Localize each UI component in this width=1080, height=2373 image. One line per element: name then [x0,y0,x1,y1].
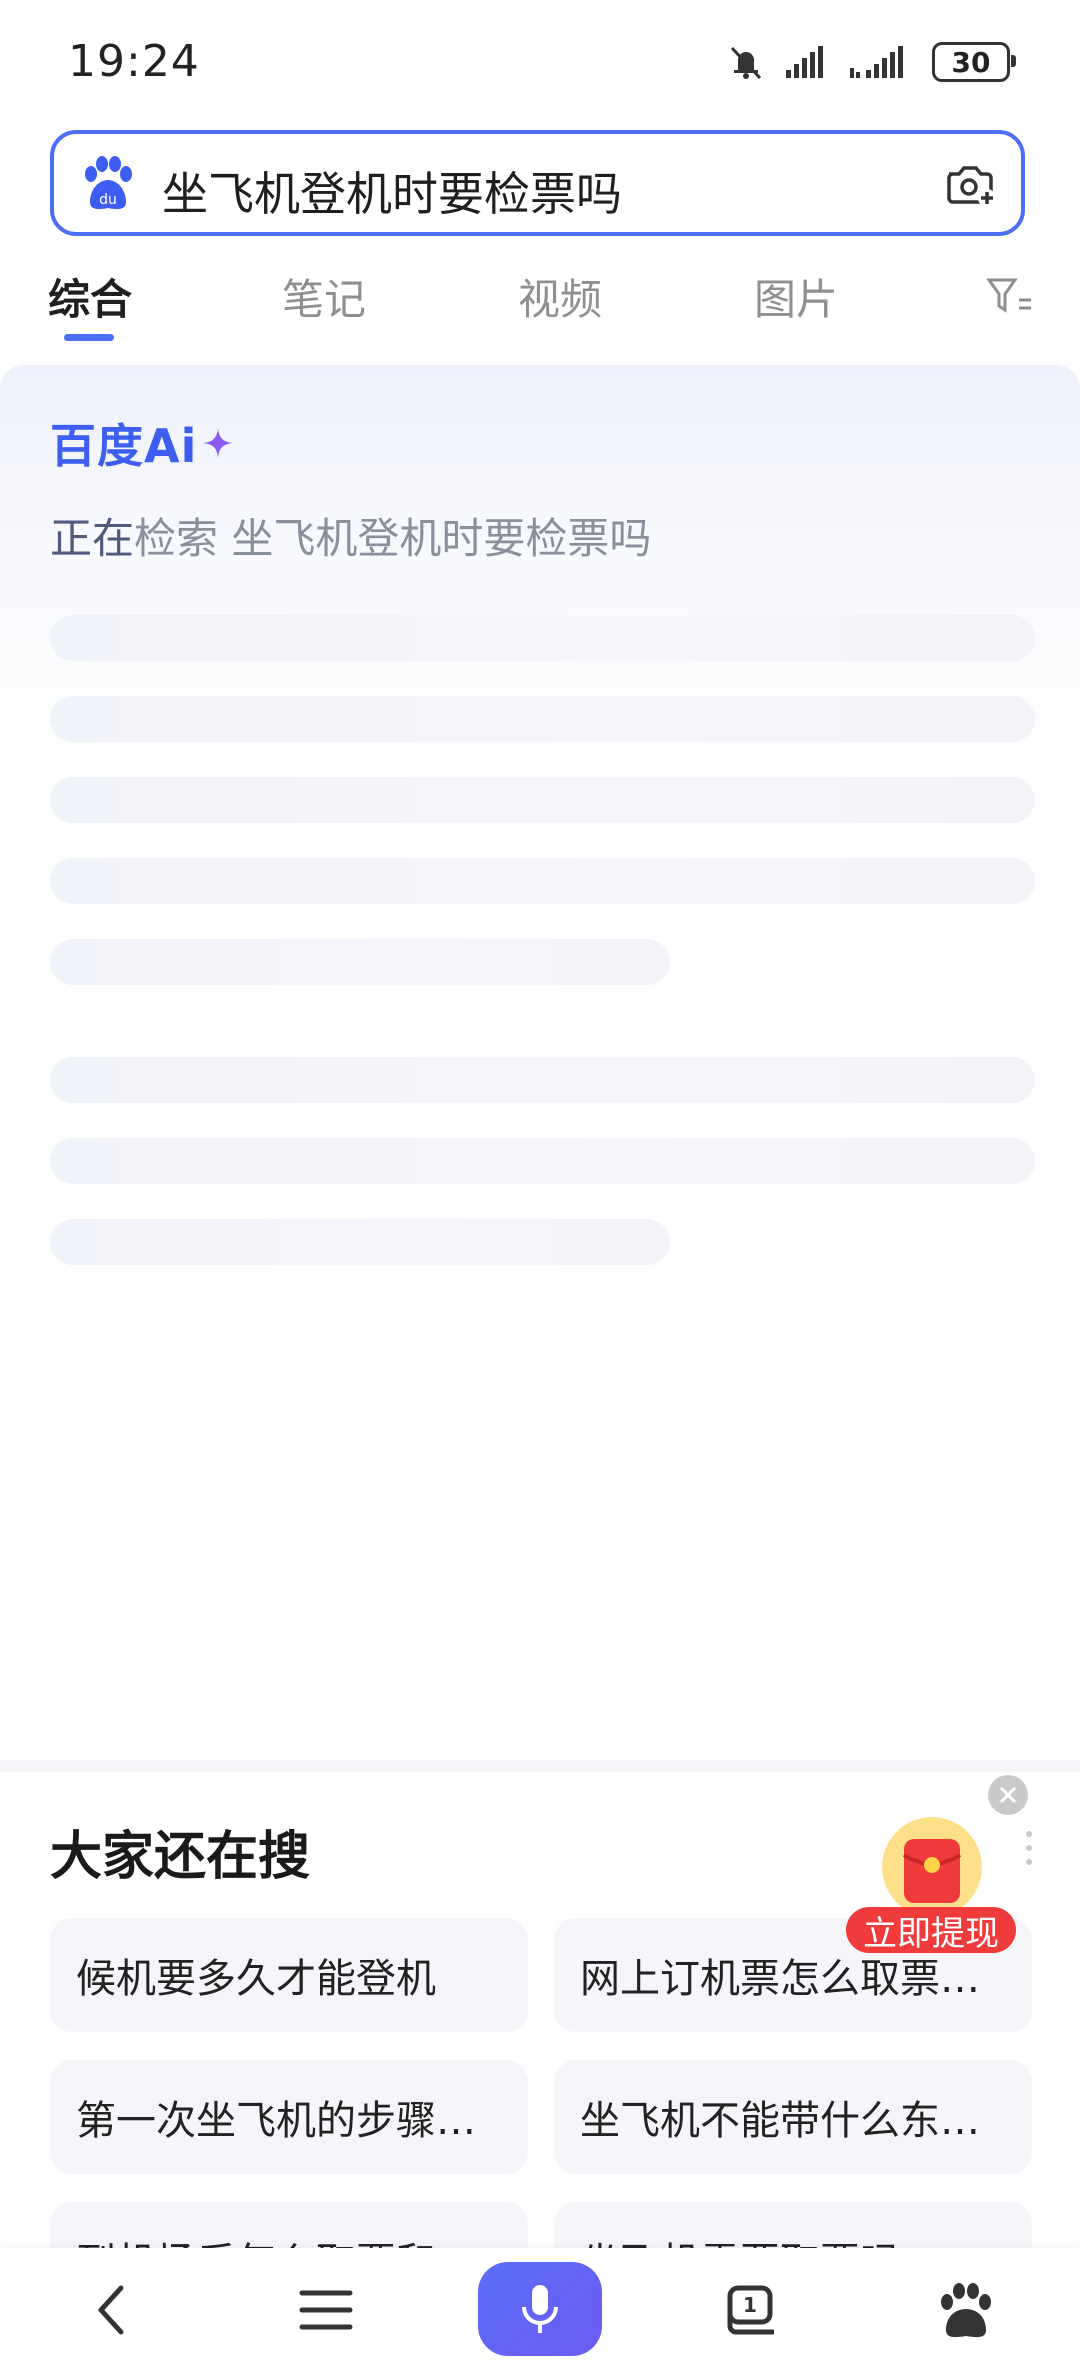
status-icons: 30 [726,38,1016,86]
search-input[interactable]: 坐飞机登机时要检票吗 [162,158,622,224]
menu-button[interactable] [286,2270,366,2350]
tab-comprehensive[interactable]: 综合 [48,266,132,327]
skeleton-line [50,696,1035,742]
skeleton-line [50,858,1035,904]
back-arrow-icon [98,2285,124,2335]
active-tab-indicator [64,334,114,341]
skeleton-line [50,1057,1035,1103]
skeleton-line [50,939,670,985]
baidu-paw-profile-icon [941,2283,991,2338]
tab-notes[interactable]: 笔记 [282,266,366,327]
cash-out-promo[interactable]: 立即提现 [842,1815,1022,1955]
tabs-count-icon: 1 [727,2285,774,2335]
signal-icon [786,46,823,78]
related-search-item[interactable]: 候机要多久才能登机 [50,1918,528,2032]
skeleton-line [50,777,1035,823]
section-divider [0,1760,1080,1772]
filter-icon[interactable] [985,272,1035,322]
promo-close-button[interactable] [988,1775,1028,1815]
battery-icon: 30 [932,42,1016,82]
status-bar: 19:24 30 [0,0,1080,120]
tabs-button[interactable]: 1 [712,2270,792,2350]
mute-bell-icon [730,46,762,80]
more-dots-icon[interactable] [1024,1828,1034,1868]
battery-level: 30 [951,45,991,79]
ai-status-text: 检索 坐飞机登机时要检票吗 [134,514,652,563]
related-search-item[interactable]: 第一次坐飞机的步骤… [50,2060,528,2174]
signal-2-icon [850,46,903,78]
search-tabs: 综合 笔记 视频 图片 [0,258,1080,348]
skeleton-line [50,615,1035,661]
skeleton-line [50,1219,670,1265]
baidu-paw-icon: du [85,156,132,210]
voice-search-button[interactable] [478,2262,602,2356]
svg-text:1: 1 [743,2293,757,2317]
related-searches-title: 大家还在搜 [50,1827,311,1887]
tab-images[interactable]: 图片 [754,266,838,327]
close-icon [999,1786,1017,1804]
back-button[interactable] [72,2270,152,2350]
camera-search-icon[interactable] [939,154,999,214]
ai-loading-status: 正在检索 坐飞机登机时要检票吗 [50,505,651,566]
bottom-nav: 1 [0,2248,1080,2373]
svg-text:du: du [99,192,117,208]
search-box[interactable]: du 坐飞机登机时要检票吗 [50,130,1025,236]
clock: 19:24 [68,36,200,87]
menu-icon [299,2290,353,2330]
ai-answer-card: 百度Ai 正在检索 坐飞机登机时要检票吗 [0,365,1080,1760]
sparkle-icon [203,428,234,458]
microphone-icon [522,2285,558,2333]
skeleton-line [50,1138,1035,1184]
cash-out-label: 立即提现 [846,1907,1016,1954]
profile-button[interactable] [926,2270,1006,2350]
related-search-item[interactable]: 坐飞机不能带什么东… [554,2060,1032,2174]
ai-logo-text: 百度Ai [50,419,198,473]
baidu-ai-logo: 百度Ai [50,415,235,473]
tab-videos[interactable]: 视频 [518,266,602,327]
ai-status-lead: 正在 [50,514,135,563]
